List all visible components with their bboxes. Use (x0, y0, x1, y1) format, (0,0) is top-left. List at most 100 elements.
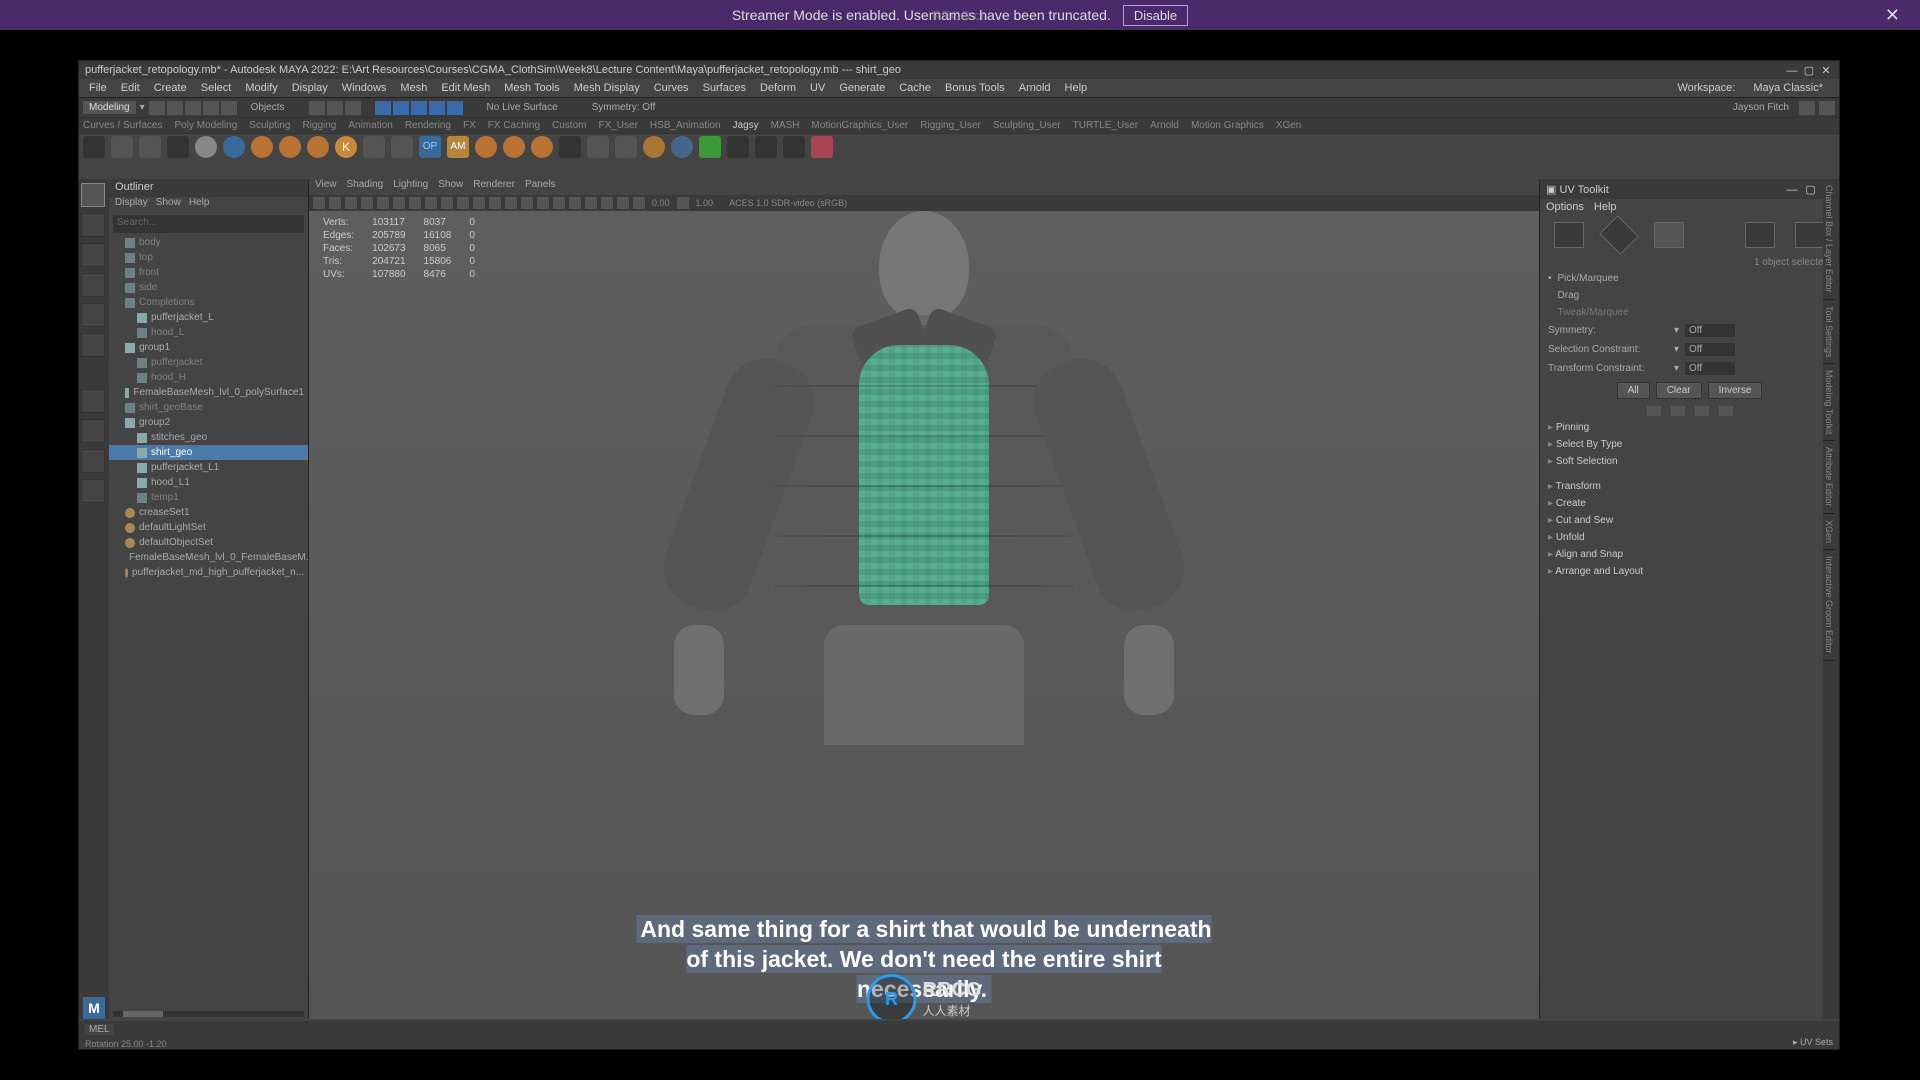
uv-section-align-and-snap[interactable]: Align and Snap (1540, 546, 1839, 563)
shelf-tab-poly-modeling[interactable]: Poly Modeling (174, 120, 237, 131)
snap-point-icon[interactable] (345, 101, 361, 115)
shelf-sphere1-icon[interactable] (251, 136, 273, 158)
right-tab-interactive-groom-editor[interactable]: Interactive Groom Editor (1823, 550, 1835, 661)
snap-grid-icon[interactable] (309, 101, 325, 115)
outliner-item[interactable]: shirt_geoBase (109, 400, 308, 415)
outliner-item[interactable]: stitches_geo (109, 430, 308, 445)
live-surface-label[interactable]: No Live Surface (487, 102, 558, 113)
shelf-tool2-icon[interactable] (391, 136, 413, 158)
shelf-tool3-icon[interactable] (587, 136, 609, 158)
vp-icon[interactable] (441, 197, 453, 209)
outliner-item[interactable]: shirt_geo (109, 445, 308, 460)
shelf-tab-fx_user[interactable]: FX_User (598, 120, 637, 131)
shelf-sphere6-icon[interactable] (531, 136, 553, 158)
shelf-sphere2-icon[interactable] (279, 136, 301, 158)
shelf-tab-motion-graphics[interactable]: Motion Graphics (1191, 120, 1264, 131)
outliner-item[interactable]: front (109, 265, 308, 280)
viewport[interactable]: Verts:10311780370Edges:205789161080Faces… (309, 211, 1539, 1019)
uv-max-icon[interactable]: ▢ (1805, 184, 1815, 196)
close-button[interactable]: ✕ (1819, 64, 1833, 77)
shelf-tab-curves---surfaces[interactable]: Curves / Surfaces (83, 120, 162, 131)
menu-display[interactable]: Display (286, 82, 334, 94)
shelf-sphere3-icon[interactable] (307, 136, 329, 158)
vp-icon[interactable] (569, 197, 581, 209)
menu-select[interactable]: Select (195, 82, 238, 94)
outliner-scrollbar[interactable] (113, 1011, 304, 1017)
shelf-checker-icon[interactable] (559, 136, 581, 158)
uv-inverse-button[interactable]: Inverse (1708, 382, 1763, 399)
shelf-fx3-icon[interactable] (783, 136, 805, 158)
uv-mode-shell-icon[interactable] (1654, 222, 1684, 248)
outliner-item[interactable]: creaseSet1 (109, 505, 308, 520)
menu-arnold[interactable]: Arnold (1013, 82, 1057, 94)
vp-icon[interactable] (409, 197, 421, 209)
right-tab-channel-box---layer-editor[interactable]: Channel Box / Layer Editor (1823, 179, 1835, 300)
outliner-item[interactable]: temp1 (109, 490, 308, 505)
uv-grid1-icon[interactable] (1745, 222, 1775, 248)
uv-conv-icon[interactable] (1671, 406, 1685, 416)
shelf-tab-turtle_user[interactable]: TURTLE_User (1073, 120, 1138, 131)
menu-curves[interactable]: Curves (648, 82, 695, 94)
outliner-item[interactable]: hood_L1 (109, 475, 308, 490)
shelf-k-icon[interactable]: K (335, 136, 357, 158)
vp-icon[interactable] (505, 197, 517, 209)
outliner-item[interactable]: defaultObjectSet (109, 535, 308, 550)
component-vert-icon[interactable] (375, 101, 391, 115)
menu-mesh-tools[interactable]: Mesh Tools (498, 82, 565, 94)
layout-two-icon[interactable] (81, 449, 105, 473)
uv-section-soft-selection[interactable]: Soft Selection (1540, 453, 1839, 470)
vp-icon[interactable] (537, 197, 549, 209)
uv-conv-icon[interactable] (1695, 406, 1709, 416)
shelf-op-icon[interactable]: OP (419, 136, 441, 158)
vp-shading-menu[interactable]: Shading (347, 179, 384, 195)
uv-pick-option[interactable]: Pick/Marquee (1558, 273, 1619, 284)
uv-drag-option[interactable]: Drag (1558, 290, 1580, 301)
vp-icon[interactable] (393, 197, 405, 209)
shelf-folder2-icon[interactable] (139, 136, 161, 158)
shelf-tab-sculpting[interactable]: Sculpting (249, 120, 290, 131)
uv-transcon-value[interactable]: Off (1685, 362, 1735, 375)
command-line[interactable]: MEL (79, 1021, 1839, 1037)
vp-icon[interactable] (677, 197, 689, 209)
menu-edit-mesh[interactable]: Edit Mesh (435, 82, 496, 94)
shelf-fx2-icon[interactable] (755, 136, 777, 158)
shelf-oss-icon[interactable] (167, 136, 189, 158)
shelf-sphere4-icon[interactable] (475, 136, 497, 158)
redo-icon[interactable] (221, 101, 237, 115)
shelf-bluecircle-icon[interactable] (223, 136, 245, 158)
lasso-tool-icon[interactable] (81, 213, 105, 237)
menu-cache[interactable]: Cache (893, 82, 937, 94)
uv-options-menu[interactable]: Options (1546, 201, 1584, 213)
uv-section-arrange-and-layout[interactable]: Arrange and Layout (1540, 563, 1839, 580)
vp-view-menu[interactable]: View (315, 179, 337, 195)
uv-section-cut-and-sew[interactable]: Cut and Sew (1540, 512, 1839, 529)
shelf-tab-fx[interactable]: FX (463, 120, 476, 131)
shelf-tab-animation[interactable]: Animation (348, 120, 392, 131)
shelf-tool4-icon[interactable] (615, 136, 637, 158)
right-tab-modeling-toolkit[interactable]: Modeling Toolkit (1823, 364, 1835, 441)
outliner-item[interactable]: group1 (109, 340, 308, 355)
shelf-tab-motiongraphics_user[interactable]: MotionGraphics_User (812, 120, 909, 131)
uv-sets-section[interactable]: ▸ UV Sets (1793, 1037, 1833, 1049)
mode-selector[interactable]: Modeling (83, 101, 136, 114)
outliner-item[interactable]: pufferjacket_L1 (109, 460, 308, 475)
uv-conv-icon[interactable] (1647, 406, 1661, 416)
shelf-tab-hsb_animation[interactable]: HSB_Animation (650, 120, 721, 131)
scale-tool-icon[interactable] (81, 333, 105, 357)
disable-button[interactable]: Disable (1123, 5, 1188, 26)
rotate-tool-icon[interactable] (81, 303, 105, 327)
vp-icon[interactable] (361, 197, 373, 209)
vp-renderer-menu[interactable]: Renderer (473, 179, 515, 195)
colorspace-selector[interactable]: ACES 1.0 SDR-video (sRGB) (726, 198, 850, 208)
outliner-item[interactable]: defaultLightSet (109, 520, 308, 535)
component-edge-icon[interactable] (393, 101, 409, 115)
shelf-tab-xgen[interactable]: XGen (1276, 120, 1302, 131)
shelf-orb2-icon[interactable] (671, 136, 693, 158)
maya-logo-icon[interactable]: M (83, 997, 105, 1019)
vp-panels-menu[interactable]: Panels (525, 179, 556, 195)
outliner-item[interactable]: hood_H (109, 370, 308, 385)
symmetry-label[interactable]: Symmetry: Off (592, 102, 656, 113)
vp-lighting-menu[interactable]: Lighting (393, 179, 428, 195)
outliner-show-menu[interactable]: Show (156, 197, 181, 213)
vp-icon[interactable] (313, 197, 325, 209)
